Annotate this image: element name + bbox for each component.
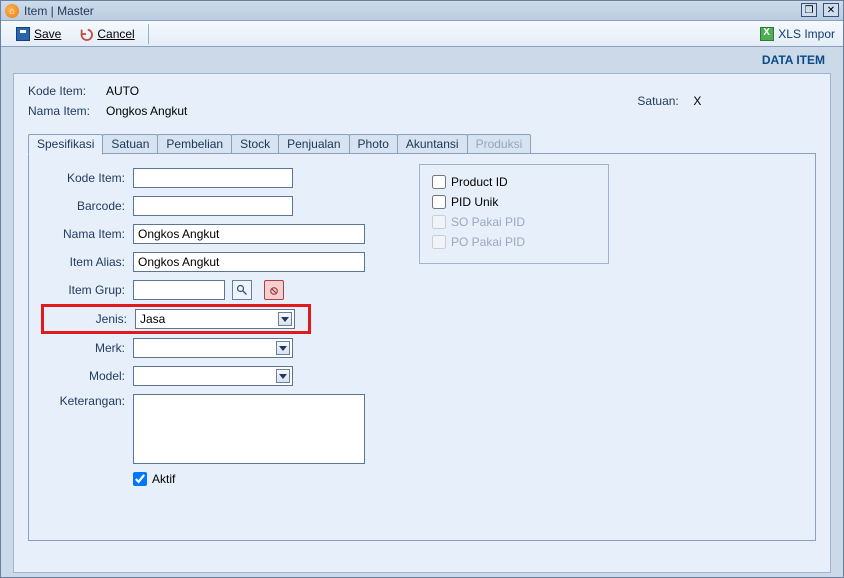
chevron-down-icon — [276, 369, 290, 383]
checkbox-aktif-input[interactable] — [133, 472, 147, 486]
tab-spesifikasi[interactable]: Spesifikasi — [28, 134, 103, 155]
lbl-model: Model: — [45, 369, 125, 383]
checkbox-product-id[interactable]: Product ID — [432, 175, 596, 189]
checkbox-po-pakai-pid: PO Pakai PID — [432, 235, 596, 249]
hdr-satuan-label: Satuan: — [637, 94, 687, 108]
lbl-merk: Merk: — [45, 341, 125, 355]
lbl-item-grup: Item Grup: — [45, 283, 125, 297]
close-window-icon[interactable]: ✕ — [823, 3, 839, 17]
tab-stock[interactable]: Stock — [231, 134, 279, 155]
input-kode-item[interactable] — [133, 168, 293, 188]
hdr-kode-item-label: Kode Item: — [28, 84, 100, 98]
undo-icon — [79, 27, 93, 41]
combo-model[interactable] — [133, 366, 293, 386]
xls-import-button[interactable]: XLS Impor — [760, 27, 835, 41]
input-barcode[interactable] — [133, 196, 293, 216]
app-icon: ⌂ — [5, 4, 19, 18]
lookup-item-grup-button[interactable] — [232, 280, 252, 300]
titlebar: ⌂ Item | Master ❐ ✕ — [1, 1, 843, 21]
save-icon — [16, 27, 30, 41]
checkbox-so-pakai-pid: SO Pakai PID — [432, 215, 596, 229]
input-item-alias[interactable] — [133, 252, 365, 272]
lbl-keterangan: Keterangan: — [45, 394, 125, 408]
window-item-master: ⌂ Item | Master ❐ ✕ Save Cancel XLS Impo… — [0, 0, 844, 578]
hdr-nama-item-value: Ongkos Angkut — [106, 104, 187, 118]
tab-photo[interactable]: Photo — [349, 134, 398, 155]
toolbar: Save Cancel XLS Impor — [1, 21, 843, 47]
checkbox-aktif[interactable]: Aktif — [133, 472, 175, 486]
textarea-keterangan[interactable] — [133, 394, 365, 464]
toolbar-separator — [148, 24, 149, 44]
checkbox-pid-unik[interactable]: PID Unik — [432, 195, 596, 209]
combo-jenis[interactable]: Jasa — [135, 309, 295, 329]
combo-jenis-value: Jasa — [140, 312, 165, 326]
tab-satuan[interactable]: Satuan — [102, 134, 158, 155]
chevron-down-icon — [278, 312, 292, 326]
section-label: DATA ITEM — [1, 47, 843, 67]
lbl-nama-item: Nama Item: — [45, 227, 125, 241]
input-item-grup[interactable] — [133, 280, 225, 300]
window-title: Item | Master — [24, 4, 94, 18]
clear-item-grup-button[interactable]: ⦸ — [264, 280, 284, 300]
search-icon — [236, 284, 248, 296]
tab-pembelian[interactable]: Pembelian — [157, 134, 232, 155]
xls-icon — [760, 27, 774, 41]
hdr-nama-item-label: Nama Item: — [28, 104, 100, 118]
lbl-item-alias: Item Alias: — [45, 255, 125, 269]
tabstrip: Spesifikasi Satuan Pembelian Stock Penju… — [28, 132, 816, 154]
lbl-kode-item: Kode Item: — [45, 171, 125, 185]
form-area: Kode Item: AUTO Nama Item: Ongkos Angkut… — [13, 73, 831, 573]
cancel-button[interactable]: Cancel — [70, 24, 143, 44]
lbl-barcode: Barcode: — [45, 199, 125, 213]
hdr-satuan-value: X — [693, 94, 701, 108]
header-fields: Kode Item: AUTO Nama Item: Ongkos Angkut… — [28, 84, 816, 118]
save-button[interactable]: Save — [7, 24, 70, 44]
tabpanel-spesifikasi: Kode Item: Barcode: Nama Item: Item Alia… — [28, 153, 816, 541]
chevron-down-icon — [276, 341, 290, 355]
combo-merk[interactable] — [133, 338, 293, 358]
tab-penjualan[interactable]: Penjualan — [278, 134, 349, 155]
tab-produksi: Produksi — [467, 134, 532, 155]
clear-icon: ⦸ — [270, 283, 278, 298]
restore-window-icon[interactable]: ❐ — [801, 3, 817, 17]
tab-akuntansi[interactable]: Akuntansi — [397, 134, 468, 155]
hdr-kode-item-value: AUTO — [106, 84, 139, 98]
input-nama-item[interactable] — [133, 224, 365, 244]
lbl-jenis: Jenis: — [47, 312, 127, 326]
pid-groupbox: Product ID PID Unik SO Pakai PID PO Paka… — [419, 164, 609, 264]
